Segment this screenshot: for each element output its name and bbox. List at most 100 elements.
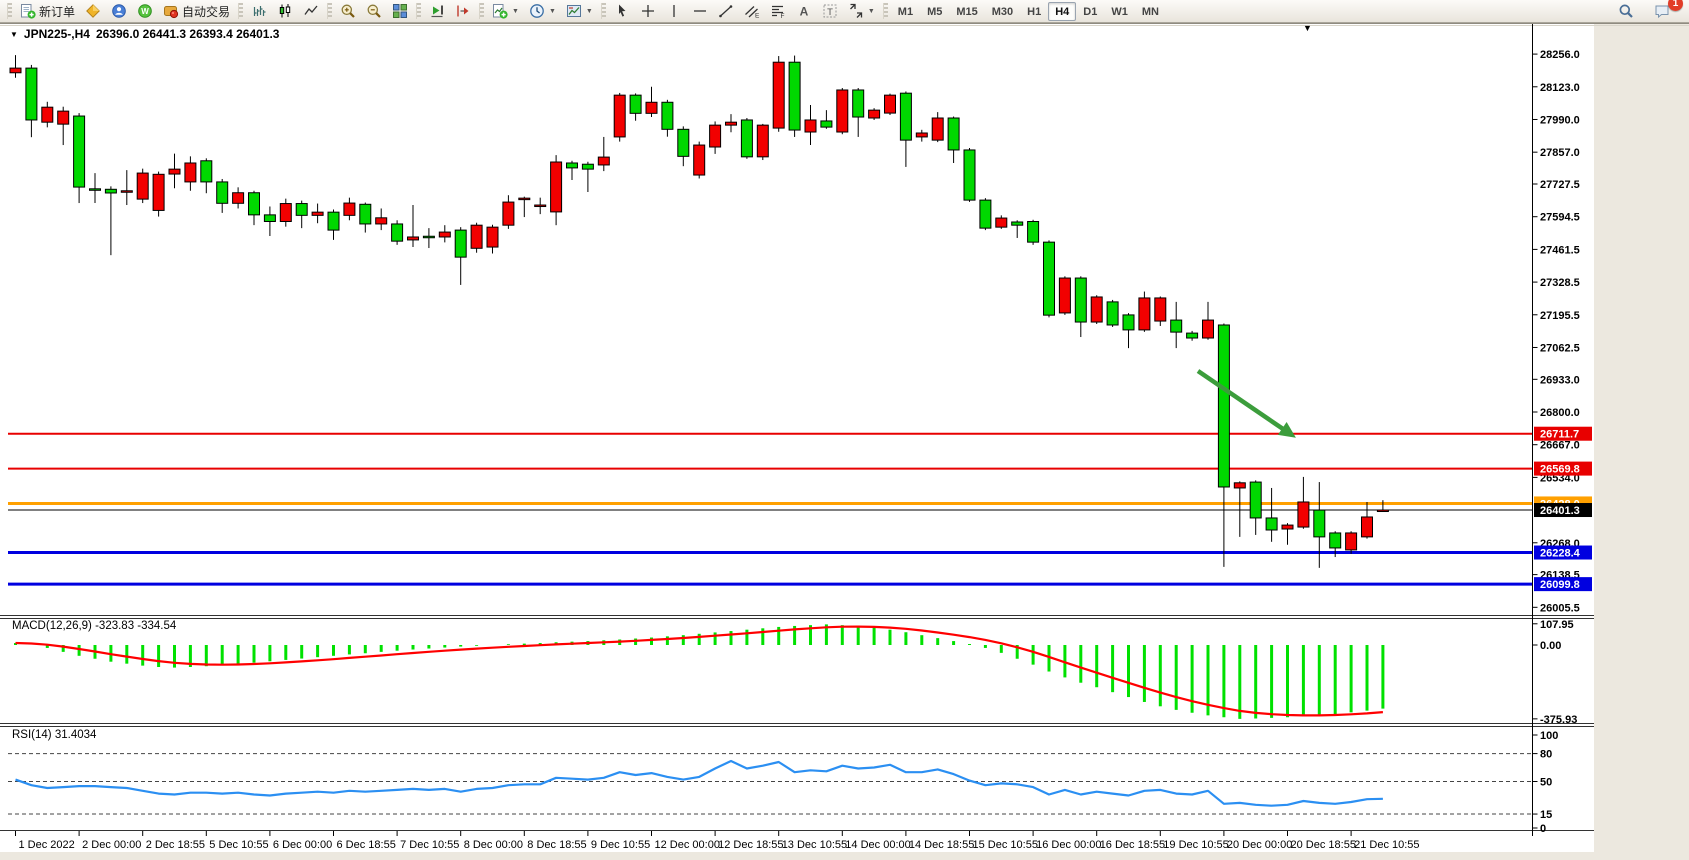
- toolbar-drag-handle[interactable]: [238, 3, 243, 19]
- time-tick-label: 12 Dec 00:00: [655, 839, 720, 851]
- text-button[interactable]: A: [791, 1, 817, 22]
- rsi-indicator-label: RSI(14) 31.4034: [12, 729, 96, 741]
- market-watch-icon: [85, 3, 101, 19]
- dropdown-caret-icon[interactable]: ▼: [512, 8, 519, 15]
- templates-button[interactable]: ▼: [561, 1, 598, 22]
- chart-canvas[interactable]: 28256.028123.027990.027857.027727.527594…: [0, 0, 1689, 860]
- search-button[interactable]: [1613, 1, 1639, 22]
- price-tick-label: 27857.0: [1540, 147, 1580, 159]
- notifications-button[interactable]: 1: [1649, 1, 1675, 22]
- chart-title[interactable]: ▼ JPN225-,H4 26396.0 26441.3 26393.4 264…: [10, 27, 279, 41]
- rsi-tick-label: 100: [1540, 730, 1558, 742]
- time-tick-label: 16 Dec 18:55: [1100, 839, 1165, 851]
- zoom-out-icon: [366, 3, 382, 19]
- new-order-icon: [20, 3, 36, 19]
- timeframe-m30-button[interactable]: M30: [985, 2, 1020, 21]
- ohlc-values: 26396.0 26441.3 26393.4 26401.3: [96, 27, 280, 41]
- time-tick-label: 2 Dec 18:55: [146, 839, 205, 851]
- toolbar-group: ▼ ▼ ▼: [476, 0, 598, 22]
- timeframe-h4-button[interactable]: H4: [1048, 2, 1076, 21]
- crosshair-icon: [640, 3, 656, 19]
- time-tick-label: 8 Dec 00:00: [464, 839, 523, 851]
- dropdown-caret-icon[interactable]: ▼: [868, 8, 875, 15]
- chart-shift-button[interactable]: [450, 1, 476, 22]
- svg-text:W: W: [141, 7, 149, 16]
- trend-line-button[interactable]: [713, 1, 739, 22]
- fibonacci-button[interactable]: F: [765, 1, 791, 22]
- time-tick-label: 5 Dec 10:55: [209, 839, 268, 851]
- rsi-tick-label: 15: [1540, 809, 1552, 821]
- autotrading-icon: [163, 3, 179, 19]
- tile-windows-icon: [392, 3, 408, 19]
- timeframe-m5-button[interactable]: M5: [920, 2, 949, 21]
- cursor-icon: [614, 3, 630, 19]
- indicators-button[interactable]: ▼: [487, 1, 524, 22]
- new-order-label: 新订单: [39, 3, 75, 20]
- signals-button[interactable]: W: [132, 1, 158, 22]
- periods-button[interactable]: ▼: [524, 1, 561, 22]
- zoom-in-icon: [340, 3, 356, 19]
- toolbar-group: [324, 0, 413, 22]
- tile-windows-button[interactable]: [387, 1, 413, 22]
- timeframe-w1-button[interactable]: W1: [1104, 2, 1135, 21]
- notification-badge: 1: [1668, 0, 1683, 11]
- zoom-out-button[interactable]: [361, 1, 387, 22]
- timeframe-m15-button[interactable]: M15: [949, 2, 984, 21]
- arrows-button[interactable]: ▼: [843, 1, 880, 22]
- vertical-line-icon: [666, 3, 682, 19]
- toolbar-group: EFAT ▼: [598, 0, 880, 22]
- autotrading-button[interactable]: 自动交易: [158, 1, 235, 22]
- toolbar-drag-handle[interactable]: [327, 3, 332, 19]
- price-badge-26401.3: 26401.3: [1540, 505, 1580, 517]
- svg-text:A: A: [800, 5, 809, 19]
- time-tick-label: 6 Dec 18:55: [337, 839, 396, 851]
- periods-icon: [529, 3, 545, 19]
- bar-chart-button[interactable]: [246, 1, 272, 22]
- candlestick-chart-button[interactable]: [272, 1, 298, 22]
- time-tick-label: 14 Dec 00:00: [845, 839, 910, 851]
- dropdown-caret-icon[interactable]: ▼: [586, 8, 593, 15]
- price-tick-label: 27328.5: [1540, 277, 1580, 289]
- toolbar-drag-handle[interactable]: [416, 3, 421, 19]
- time-tick-label: 9 Dec 10:55: [591, 839, 650, 851]
- price-tick-label: 26933.0: [1540, 374, 1580, 386]
- price-badge-26099.8: 26099.8: [1540, 579, 1580, 591]
- price-tick-label: 27062.5: [1540, 342, 1580, 354]
- time-tick-label: 21 Dec 10:55: [1354, 839, 1419, 851]
- navigator-button[interactable]: [106, 1, 132, 22]
- toolbar-group: 新订单 W 自动交易: [4, 0, 235, 22]
- text-icon: A: [796, 3, 812, 19]
- toolbar-drag-handle[interactable]: [601, 3, 606, 19]
- line-chart-button[interactable]: [298, 1, 324, 22]
- timeframe-mn-button[interactable]: MN: [1135, 2, 1166, 21]
- search-icon: [1618, 3, 1634, 19]
- new-order-button[interactable]: 新订单: [15, 1, 80, 22]
- trend-line-icon: [718, 3, 734, 19]
- price-tick-label: 26800.0: [1540, 407, 1580, 419]
- time-tick-label: 12 Dec 18:55: [718, 839, 783, 851]
- chart-shift-marker[interactable]: ▼: [1303, 23, 1312, 33]
- auto-scroll-icon: [429, 3, 445, 19]
- toolbar-drag-handle[interactable]: [7, 3, 12, 19]
- vertical-line-button[interactable]: [661, 1, 687, 22]
- text-label-button[interactable]: T: [817, 1, 843, 22]
- timeframe-d1-button[interactable]: D1: [1076, 2, 1104, 21]
- chart-window: 28256.028123.027990.027857.027727.527594…: [0, 0, 1689, 860]
- channel-button[interactable]: E: [739, 1, 765, 22]
- toolbar-drag-handle[interactable]: [479, 3, 484, 19]
- dropdown-caret-icon[interactable]: ▼: [549, 8, 556, 15]
- timeframe-h1-button[interactable]: H1: [1020, 2, 1048, 21]
- cursor-button[interactable]: [609, 1, 635, 22]
- market-watch-button[interactable]: [80, 1, 106, 22]
- rsi-tick-label: 0: [1540, 823, 1546, 835]
- symbol-dropdown-icon[interactable]: ▼: [10, 30, 18, 39]
- price-tick-label: 26667.0: [1540, 440, 1580, 452]
- signals-icon: W: [137, 3, 153, 19]
- bar-chart-icon: [251, 3, 267, 19]
- horizontal-line-button[interactable]: [687, 1, 713, 22]
- crosshair-button[interactable]: [635, 1, 661, 22]
- auto-scroll-button[interactable]: [424, 1, 450, 22]
- time-tick-label: 15 Dec 10:55: [973, 839, 1038, 851]
- zoom-in-button[interactable]: [335, 1, 361, 22]
- timeframe-m1-button[interactable]: M1: [891, 2, 920, 21]
